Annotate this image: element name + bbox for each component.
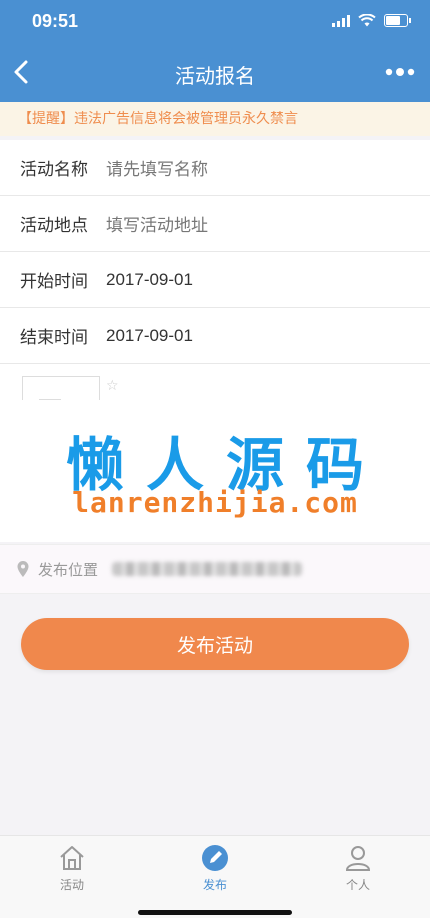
signal-icon [332, 14, 350, 27]
end-time-picker[interactable]: 2017-09-01 [106, 326, 193, 346]
system-icons [332, 14, 411, 27]
status-time: 09:51 [32, 11, 79, 31]
activity-name-label: 活动名称 [20, 160, 88, 180]
more-dots-icon[interactable] [384, 59, 416, 85]
watermark-url: lanrenzhijia.com [72, 486, 358, 519]
image-upload-area: ☆ [0, 364, 430, 400]
compose-icon [202, 845, 228, 871]
tab-profile-label: 个人 [345, 878, 370, 892]
home-indicator[interactable] [138, 910, 292, 915]
nav-bar: 活动报名 [0, 44, 430, 102]
activity-location-input[interactable]: 填写活动地址 [106, 211, 208, 236]
end-time-row[interactable]: 结束时间 2017-09-01 [0, 308, 430, 364]
publish-activity-button[interactable]: 发布活动 [21, 618, 409, 670]
tab-publish-label: 发布 [202, 878, 227, 892]
battery-icon [384, 14, 411, 27]
blurred-address [112, 562, 303, 576]
notice-banner: 【提醒】违法广告信息将会被管理员永久禁言 [0, 102, 430, 136]
end-time-label: 结束时间 [20, 328, 88, 348]
start-time-picker[interactable]: 2017-09-01 [106, 270, 193, 290]
user-icon [345, 846, 371, 871]
start-time-label: 开始时间 [20, 272, 88, 292]
tab-activity[interactable]: 活动 [32, 844, 112, 893]
activity-name-input[interactable]: 请先填写名称 [106, 155, 208, 180]
image-upload-button[interactable] [22, 376, 100, 400]
status-bar: 09:51 [0, 0, 430, 44]
activity-name-row[interactable]: 活动名称 请先填写名称 [0, 140, 430, 196]
start-time-row[interactable]: 开始时间 2017-09-01 [0, 252, 430, 308]
tab-activity-label: 活动 [59, 878, 84, 892]
tab-profile[interactable]: 个人 [318, 844, 398, 893]
activity-form: 活动名称 请先填写名称 活动地点 填写活动地址 开始时间 2017-09-01 … [0, 140, 430, 364]
tab-publish[interactable]: 发布 [175, 844, 255, 893]
publish-location-row[interactable]: 发布位置 [0, 544, 430, 594]
home-icon [60, 846, 84, 870]
wifi-icon [358, 14, 376, 27]
publish-location-label: 发布位置 [38, 560, 99, 579]
activity-location-label: 活动地点 [20, 216, 88, 236]
watermark-overlay: 懒人源码 lanrenzhijia.com [0, 400, 430, 542]
location-pin-icon [17, 561, 29, 577]
tab-bar: 活动 发布 个人 [0, 835, 430, 918]
page-title: 活动报名 [175, 64, 255, 88]
activity-location-row[interactable]: 活动地点 填写活动地址 [0, 196, 430, 252]
star-icon: ☆ [106, 378, 119, 394]
